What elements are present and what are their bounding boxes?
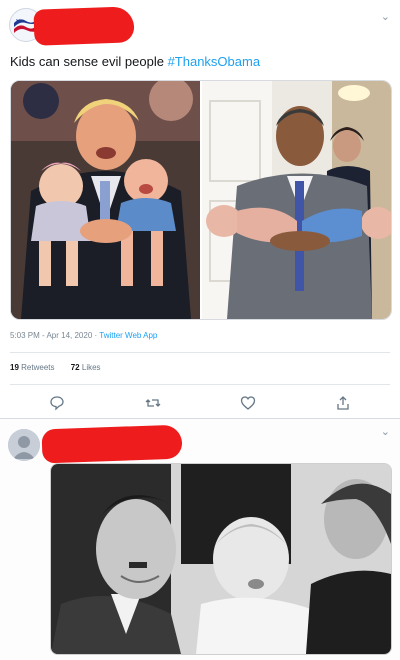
timestamp[interactable]: 5:03 PM - Apr 14, 2020 [10,331,92,340]
retweets-count: 19 [10,363,19,372]
hashtag-link[interactable]: #ThanksObama [168,54,261,69]
divider [10,352,390,353]
default-avatar[interactable] [8,429,40,461]
share-icon[interactable] [335,395,351,411]
reply-icon[interactable] [49,395,65,411]
tweet-source[interactable]: Twitter Web App [99,331,157,340]
default-person-icon [8,429,40,461]
chevron-down-icon[interactable]: ⌄ [381,10,390,23]
likes-count: 72 [70,363,80,372]
likes-label: Likes [81,363,101,372]
retweets-stat[interactable]: 19 Retweets [10,363,55,372]
redacted-username [33,6,135,46]
tweet-media[interactable] [10,80,392,320]
chevron-down-icon[interactable]: ⌄ [381,425,390,438]
tweet-main: ⌄ Kids can sense evil people #ThanksObam… [0,0,400,418]
photo-left-image [11,81,200,319]
redacted-username [41,424,183,464]
tweet-reply: ⌄ [0,418,400,660]
bw-photo-image [51,464,391,654]
tweet-actions [0,395,400,411]
photo-right-image [202,81,391,319]
photo-right[interactable] [202,81,391,319]
tweet-stats: 19 Retweets 72 Likes [10,363,115,372]
likes-stat[interactable]: 72 Likes [71,363,101,372]
divider [10,384,390,385]
retweets-label: Retweets [21,363,55,372]
tweet-body: Kids can sense evil people [10,54,164,69]
tweet-media[interactable] [50,463,392,655]
retweet-icon[interactable] [145,395,161,411]
like-icon[interactable] [240,395,256,411]
tweet-text: Kids can sense evil people #ThanksObama [10,54,260,69]
tweet-meta: 5:03 PM - Apr 14, 2020 · Twitter Web App [10,331,157,340]
photo-left[interactable] [11,81,200,319]
